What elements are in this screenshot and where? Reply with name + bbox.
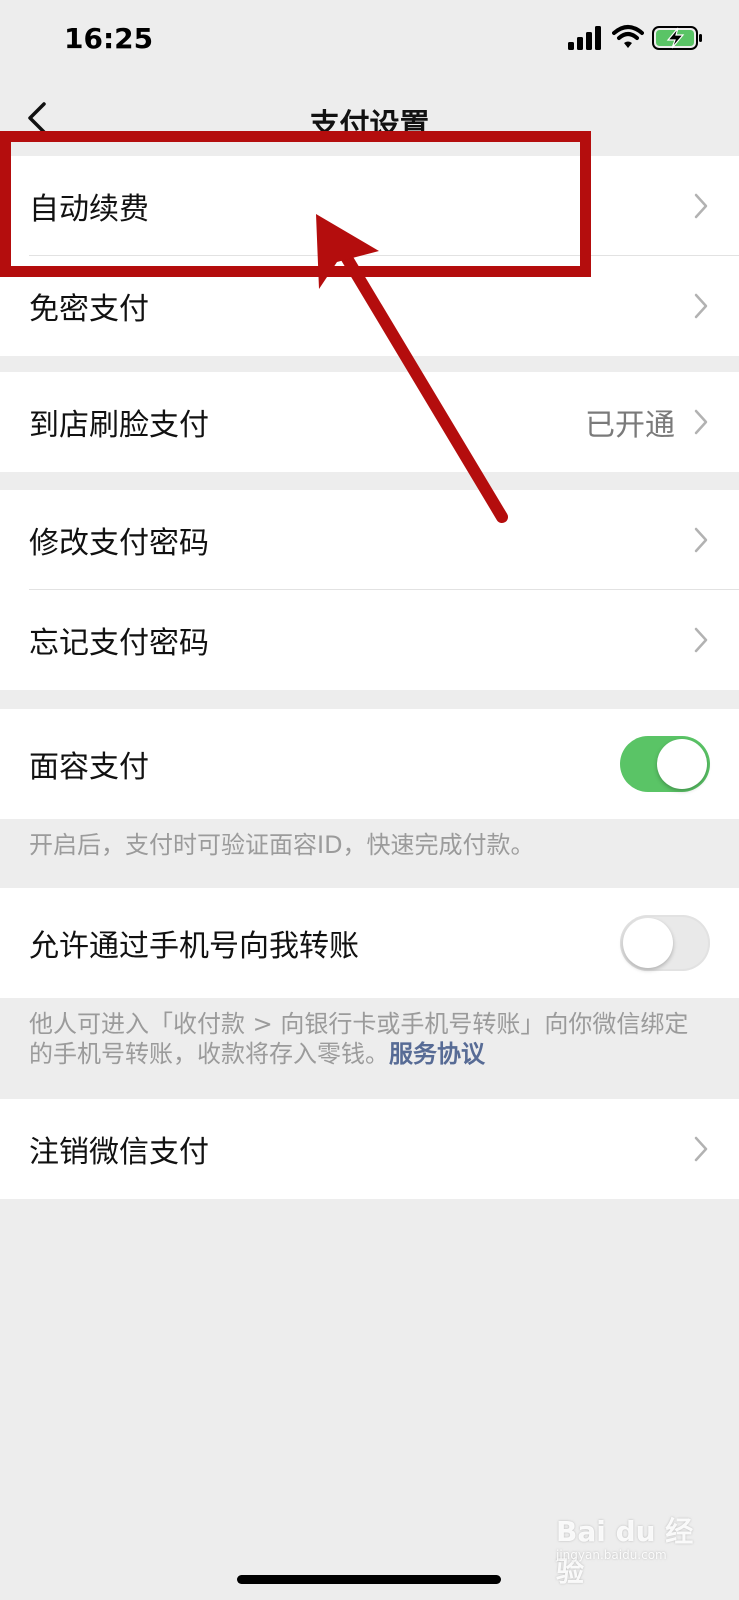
row-deactivate-wechat-pay[interactable]: 注销微信支付 xyxy=(0,1099,739,1199)
status-value: 已开通 xyxy=(585,408,675,443)
row-forgot-payment-password[interactable]: 忘记支付密码 xyxy=(0,590,739,690)
settings-group-password: 修改支付密码 忘记支付密码 xyxy=(0,490,739,690)
row-allow-phone-transfer: 允许通过手机号向我转账 xyxy=(0,888,739,998)
row-label: 面容支付 xyxy=(29,750,149,785)
chevron-right-icon xyxy=(694,293,708,319)
settings-group-phone-transfer: 允许通过手机号向我转账 xyxy=(0,888,739,998)
face-id-toggle[interactable] xyxy=(620,736,710,792)
row-label: 修改支付密码 xyxy=(29,526,209,561)
phone-transfer-note: 他人可进入「收付款 > 向银行卡或手机号转账」向你微信绑定的手机号转账，收款将存… xyxy=(29,1009,709,1069)
settings-group-face-id: 面容支付 xyxy=(0,709,739,819)
row-label: 到店刷脸支付 xyxy=(29,408,209,443)
status-time: 16:25 xyxy=(64,22,154,55)
row-change-payment-password[interactable]: 修改支付密码 xyxy=(0,490,739,590)
chevron-right-icon xyxy=(694,527,708,553)
row-face-id-payment: 面容支付 xyxy=(0,709,739,819)
phone-transfer-toggle[interactable] xyxy=(620,915,710,971)
watermark-url: jingyan.baidu.com xyxy=(556,1548,667,1562)
toggle-knob xyxy=(623,918,673,968)
settings-group-face-pay-store: 到店刷脸支付 已开通 xyxy=(0,372,739,472)
settings-group-deactivate: 注销微信支付 xyxy=(0,1099,739,1199)
row-label: 免密支付 xyxy=(29,292,149,327)
note-text: 他人可进入「收付款 > 向银行卡或手机号转账」向你微信绑定的手机号转账，收款将存… xyxy=(29,1010,689,1068)
chevron-right-icon xyxy=(694,193,708,219)
battery-charging-icon xyxy=(652,26,702,50)
chevron-right-icon xyxy=(694,1136,708,1162)
highlight-box xyxy=(0,131,591,277)
toggle-knob xyxy=(657,739,707,789)
row-in-store-face-payment[interactable]: 到店刷脸支付 已开通 xyxy=(0,372,739,472)
baidu-watermark: Bai du 经验 jingyan.baidu.com xyxy=(556,1496,706,1588)
row-label: 注销微信支付 xyxy=(29,1135,209,1170)
chevron-right-icon xyxy=(694,627,708,653)
cellular-signal-icon xyxy=(568,26,601,50)
status-bar: 16:25 xyxy=(0,0,739,80)
wifi-icon xyxy=(612,25,644,48)
chevron-right-icon xyxy=(694,409,708,435)
service-agreement-link[interactable]: 服务协议 xyxy=(389,1040,485,1068)
row-label: 允许通过手机号向我转账 xyxy=(29,929,359,964)
row-label: 忘记支付密码 xyxy=(29,626,209,661)
home-indicator[interactable] xyxy=(237,1575,501,1584)
face-id-note: 开启后，支付时可验证面容ID，快速完成付款。 xyxy=(29,831,535,859)
